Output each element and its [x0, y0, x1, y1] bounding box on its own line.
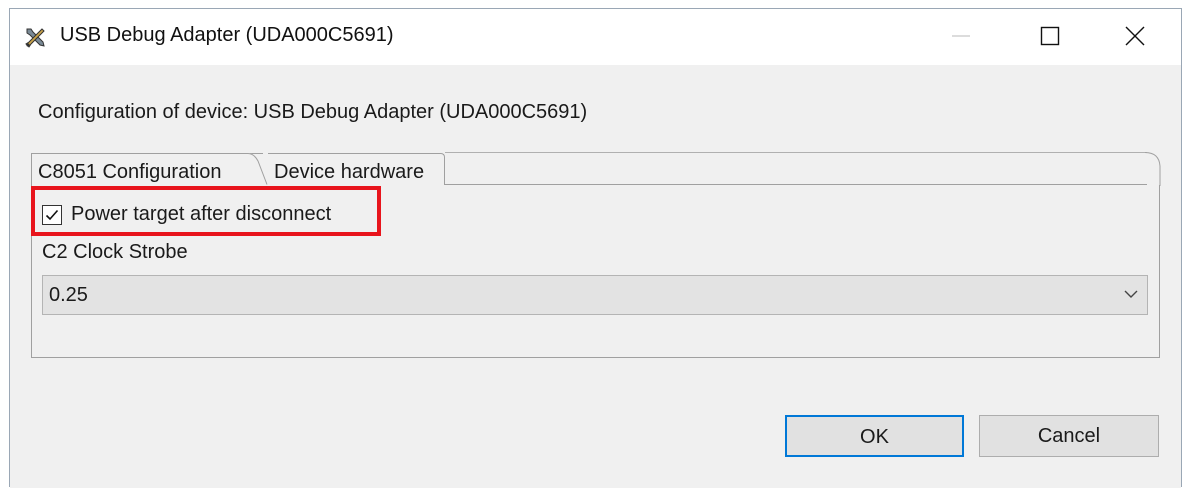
- minimize-icon: [952, 35, 970, 37]
- tab-label: Device hardware: [274, 161, 425, 183]
- dialog-window: USB Debug Adapter (UDA000C5691) Configur…: [9, 8, 1182, 488]
- clock-strobe-select[interactable]: 0.25: [42, 275, 1148, 315]
- maximize-button[interactable]: [1010, 9, 1090, 63]
- close-button[interactable]: [1095, 9, 1175, 63]
- highlight-annotation: [31, 186, 381, 236]
- close-icon: [1125, 26, 1145, 46]
- select-value: 0.25: [49, 284, 88, 306]
- window-title: USB Debug Adapter (UDA000C5691): [60, 24, 394, 46]
- tab-strip-corner: [1145, 152, 1161, 186]
- tab-c8051-configuration[interactable]: C8051 Configuration: [31, 153, 263, 185]
- ok-button[interactable]: OK: [785, 415, 964, 457]
- tab-device-hardware[interactable]: Device hardware: [268, 153, 445, 185]
- active-tab-edge: [240, 153, 268, 185]
- tools-icon: [25, 28, 45, 48]
- maximize-icon: [1040, 26, 1060, 46]
- dialog-body: Configuration of device: USB Debug Adapt…: [10, 65, 1181, 488]
- chevron-down-icon: [1124, 290, 1138, 298]
- minimize-button[interactable]: [921, 9, 1001, 63]
- title-bar[interactable]: USB Debug Adapter (UDA000C5691): [10, 9, 1181, 65]
- tab-strip-top-border: [445, 152, 1147, 153]
- clock-strobe-label: C2 Clock Strobe: [42, 241, 188, 263]
- device-config-label: Configuration of device: USB Debug Adapt…: [38, 101, 588, 123]
- tab-label: C8051 Configuration: [38, 161, 222, 183]
- cancel-button[interactable]: Cancel: [979, 415, 1159, 457]
